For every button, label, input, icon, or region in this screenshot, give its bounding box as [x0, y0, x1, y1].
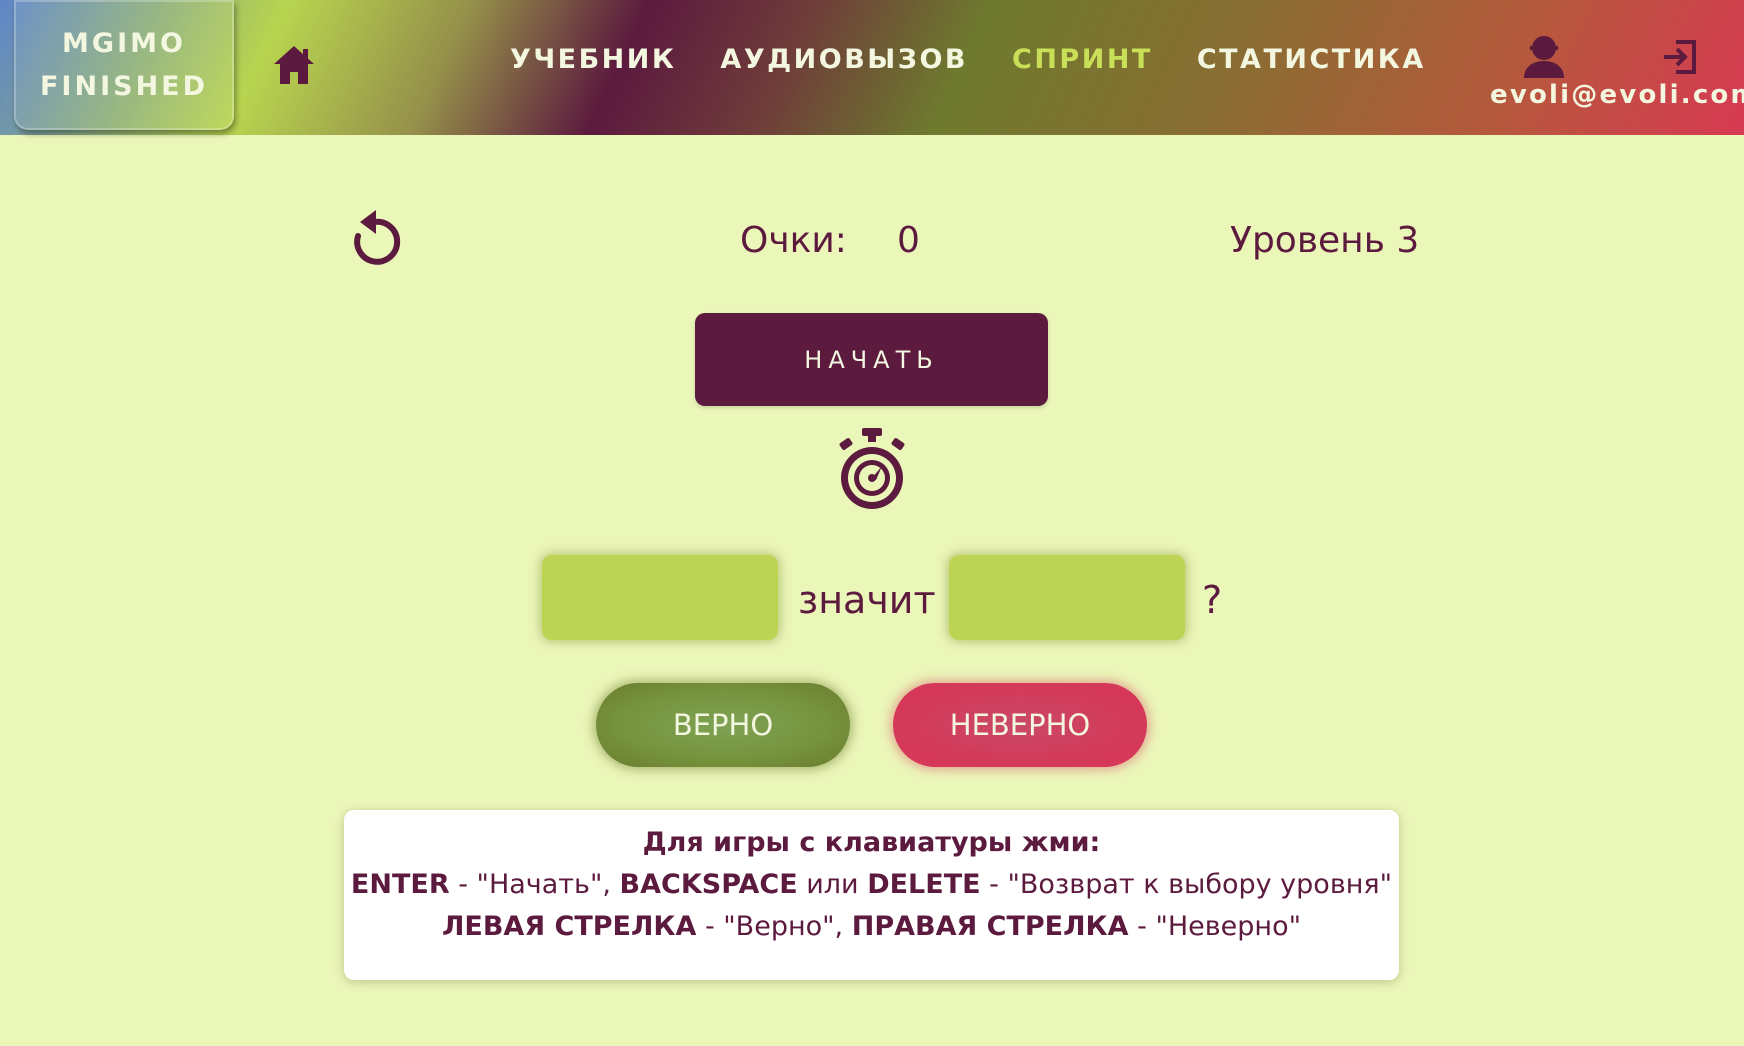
score-label: Очки:	[740, 220, 847, 261]
key-backspace: BACKSPACE	[619, 869, 798, 900]
correct-button[interactable]: ВЕРНО	[596, 683, 850, 767]
logout-icon[interactable]	[1662, 38, 1700, 76]
keyboard-help: Для игры с клавиатуры жми: ENTER - "Нача…	[344, 810, 1399, 980]
user-icon[interactable]	[1520, 34, 1568, 80]
key-left-arrow: ЛЕВАЯ СТРЕЛКА	[441, 911, 697, 942]
score-value: 0	[897, 220, 920, 261]
nav-textbook[interactable]: УЧЕБНИК	[510, 44, 676, 84]
start-button[interactable]: НАЧАТЬ	[695, 313, 1048, 406]
key-delete: DELETE	[867, 869, 981, 900]
question-mark: ?	[1202, 578, 1223, 622]
user-email[interactable]: evoli@evoli.com	[1490, 80, 1744, 110]
key-enter: ENTER	[350, 869, 450, 900]
logo-line-1: MGIMO	[62, 28, 186, 59]
logo-line-2: FINISHED	[39, 71, 209, 102]
stopwatch-icon	[834, 424, 910, 514]
level-label: Уровень 3	[1230, 220, 1420, 261]
main-nav: УЧЕБНИК АУДИОВЫЗОВ СПРИНТ СТАТИСТИКА	[510, 44, 1470, 84]
logo[interactable]: MGIMO FINISHED	[14, 0, 234, 130]
restart-icon[interactable]	[344, 208, 408, 274]
key-right-arrow: ПРАВАЯ СТРЕЛКА	[851, 911, 1129, 942]
app-header: MGIMO FINISHED УЧЕБНИК АУДИОВЫЗОВ СПРИНТ…	[0, 0, 1744, 135]
means-label: значит	[798, 578, 936, 622]
nav-audiocall[interactable]: АУДИОВЫЗОВ	[720, 44, 968, 84]
help-line-1: ENTER - "Начать", BACKSPACE или DELETE -…	[350, 869, 1393, 900]
home-icon[interactable]	[272, 44, 316, 86]
translation-word-box	[949, 555, 1185, 640]
nav-statistics[interactable]: СТАТИСТИКА	[1197, 44, 1426, 84]
wrong-button[interactable]: НЕВЕРНО	[893, 683, 1147, 767]
help-line-2: ЛЕВАЯ СТРЕЛКА - "Верно", ПРАВАЯ СТРЕЛКА …	[441, 911, 1302, 942]
nav-sprint[interactable]: СПРИНТ	[1012, 44, 1153, 84]
english-word-box	[542, 555, 778, 640]
help-title: Для игры с клавиатуры жми:	[642, 827, 1101, 858]
